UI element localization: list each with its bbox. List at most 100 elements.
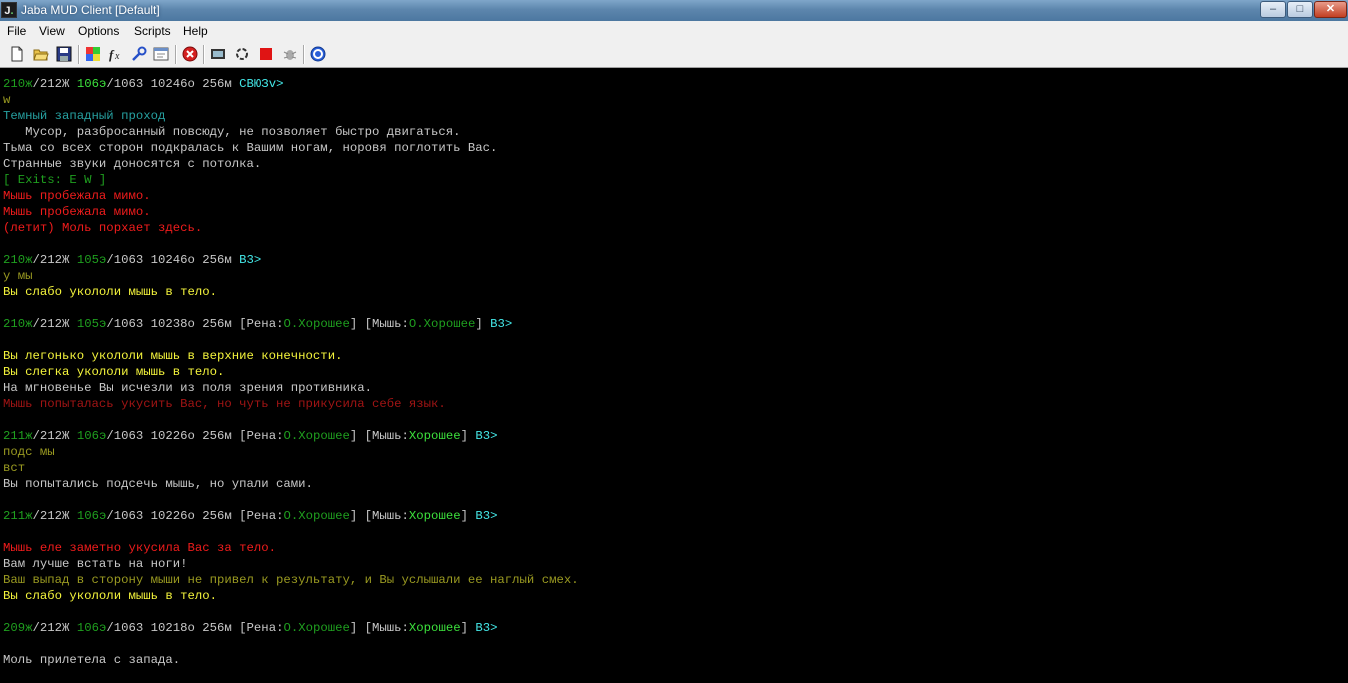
terminal-line: Темный западный проход bbox=[3, 108, 165, 124]
terminal-text: Мышь еле заметно укусила Вас за тело. bbox=[3, 541, 277, 555]
red-square-icon[interactable] bbox=[258, 46, 274, 62]
terminal-line: [ Exits: E W ] bbox=[3, 172, 106, 188]
menu-file[interactable]: File bbox=[7, 24, 26, 38]
open-folder-icon[interactable] bbox=[33, 46, 49, 62]
terminal-line: 210ж/212Ж 105э/1063 10246о 256м В3> bbox=[3, 252, 261, 268]
terminal-text: 210ж bbox=[3, 77, 33, 91]
terminal-text: О.Хорошее bbox=[283, 317, 350, 331]
terminal-text: /212Ж bbox=[32, 317, 77, 331]
menu-bar: File View Options Scripts Help bbox=[0, 21, 1348, 41]
terminal-line: Моль прилетела с запада. bbox=[3, 652, 180, 668]
terminal-text: 105э bbox=[76, 317, 107, 331]
terminal-text: На мгновенье Вы исчезли из поля зрения п… bbox=[3, 381, 372, 395]
terminal-text: /1063 10238о 256м [Рена: bbox=[106, 317, 284, 331]
terminal-text: СВЮЗv> bbox=[239, 77, 284, 91]
terminal-text: Моль прилетела с запада. bbox=[3, 653, 181, 667]
new-file-icon[interactable] bbox=[9, 46, 25, 62]
functions-icon[interactable]: fx bbox=[108, 46, 124, 62]
menu-view[interactable]: View bbox=[39, 24, 65, 38]
terminal-text: w bbox=[3, 93, 11, 107]
terminal-line: Вам лучше встать на ноги! bbox=[3, 556, 187, 572]
terminal-line: w bbox=[3, 92, 10, 108]
terminal-text: ] bbox=[460, 429, 476, 443]
terminal-text: Мышь попыталась укусить Вас, но чуть не … bbox=[3, 397, 446, 411]
title-bar: J. Jaba MUD Client [Default] – □ ✕ bbox=[0, 0, 1348, 21]
bug-icon[interactable] bbox=[282, 46, 298, 62]
save-icon[interactable] bbox=[56, 46, 72, 62]
terminal-line: Ваш выпад в сторону мыши не привел к рез… bbox=[3, 572, 579, 588]
terminal-line: Тьма со всех сторон подкралась к Вашим н… bbox=[3, 140, 497, 156]
help-icon[interactable] bbox=[310, 46, 326, 62]
terminal-text: Вы легонько укололи мышь в верхние конеч… bbox=[3, 349, 343, 363]
terminal-text: Мусор, разбросанный повсюду, не позволяе… bbox=[3, 125, 461, 139]
terminal-text: 106э bbox=[76, 509, 107, 523]
terminal-line: вст bbox=[3, 460, 25, 476]
terminal-line: Мусор, разбросанный повсюду, не позволяе… bbox=[3, 124, 461, 140]
terminal-text: у мы bbox=[3, 269, 33, 283]
terminal-text: Странные звуки доносятся с потолка. bbox=[3, 157, 262, 171]
maximize-button[interactable]: □ bbox=[1287, 1, 1313, 18]
terminal-text: ] [Мышь: bbox=[349, 429, 409, 443]
app-icon[interactable]: J. bbox=[1, 2, 17, 18]
terminal-text: О.Хорошее bbox=[283, 429, 350, 443]
terminal-text: Хорошее bbox=[408, 509, 461, 523]
terminal-text: Вам лучше встать на ноги! bbox=[3, 557, 188, 571]
terminal-line: подс мы bbox=[3, 444, 55, 460]
terminal-line: Вы слегка укололи мышь в тело. bbox=[3, 364, 224, 380]
terminal-text: /212Ж bbox=[32, 253, 77, 267]
record-icon[interactable] bbox=[210, 46, 226, 62]
terminal-text: ] bbox=[460, 509, 476, 523]
terminal-line: 210ж/212Ж 105э/1063 10238о 256м [Рена:О.… bbox=[3, 316, 512, 332]
menu-scripts[interactable]: Scripts bbox=[134, 24, 171, 38]
cycle-icon[interactable] bbox=[234, 46, 250, 62]
terminal-text: В3> bbox=[490, 317, 513, 331]
terminal-text: /1063 10226о 256м [Рена: bbox=[106, 429, 284, 443]
menu-options[interactable]: Options bbox=[78, 24, 119, 38]
terminal-text: В3> bbox=[239, 253, 262, 267]
terminal-text: В3> bbox=[475, 429, 498, 443]
close-button[interactable]: ✕ bbox=[1314, 1, 1347, 18]
terminal-text: /1063 10246о 256м bbox=[106, 253, 240, 267]
terminal-output[interactable]: 210ж/212Ж 106э/1063 10246о 256м СВЮЗv> w Т… bbox=[0, 68, 1348, 683]
terminal-line: Мышь попыталась укусить Вас, но чуть не … bbox=[3, 396, 446, 412]
terminal-line: Вы легонько укололи мышь в верхние конеч… bbox=[3, 348, 342, 364]
terminal-line: у мы bbox=[3, 268, 33, 284]
terminal-text: 105э bbox=[76, 253, 107, 267]
terminal-text: О.Хорошее bbox=[283, 509, 350, 523]
terminal-text: Хорошее bbox=[408, 621, 461, 635]
terminal-text: Вы слабо укололи мышь в тело. bbox=[3, 285, 218, 299]
terminal-text: Мышь пробежала мимо. bbox=[3, 205, 151, 219]
color-palette-icon[interactable] bbox=[85, 46, 101, 62]
terminal-text: В3> bbox=[475, 621, 498, 635]
terminal-text: подс мы bbox=[3, 445, 55, 459]
terminal-text: О.Хорошее bbox=[408, 317, 476, 331]
terminal-line: 210ж/212Ж 106э/1063 10246о 256м СВЮЗv> bbox=[3, 76, 283, 92]
terminal-text: ] [Мышь: bbox=[349, 621, 409, 635]
terminal-text: /212Ж bbox=[32, 77, 77, 91]
terminal-text: 211ж bbox=[3, 509, 33, 523]
terminal-text: Мышь пробежала мимо. bbox=[3, 189, 151, 203]
terminal-line: Мышь еле заметно укусила Вас за тело. bbox=[3, 540, 276, 556]
menu-help[interactable]: Help bbox=[183, 24, 208, 38]
terminal-line: 211ж/212Ж 106э/1063 10226о 256м [Рена:О.… bbox=[3, 508, 497, 524]
terminal-line: Вы попытались подсечь мышь, но упали сам… bbox=[3, 476, 313, 492]
toolbar: fx bbox=[0, 41, 1348, 68]
terminal-line: Мышь пробежала мимо. bbox=[3, 188, 151, 204]
terminal-text: ] bbox=[475, 317, 491, 331]
stop-icon[interactable] bbox=[182, 46, 198, 62]
terminal-text: Хорошее bbox=[408, 429, 461, 443]
terminal-text: /212Ж bbox=[32, 621, 77, 635]
terminal-line: Вы слабо укололи мышь в тело. bbox=[3, 588, 217, 604]
terminal-text: 106э bbox=[76, 77, 107, 91]
window-icon[interactable] bbox=[153, 46, 169, 62]
terminal-text: /212Ж bbox=[32, 429, 77, 443]
terminal-line: Вы слабо укололи мышь в тело. bbox=[3, 284, 217, 300]
terminal-line: Странные звуки доносятся с потолка. bbox=[3, 156, 261, 172]
settings-wrench-icon[interactable] bbox=[131, 46, 147, 62]
terminal-text: ] [Мышь: bbox=[349, 317, 409, 331]
terminal-line: 211ж/212Ж 106э/1063 10226о 256м [Рена:О.… bbox=[3, 428, 497, 444]
terminal-text: 210ж bbox=[3, 253, 33, 267]
terminal-text: Темный западный проход bbox=[3, 109, 166, 123]
terminal-text: 106э bbox=[76, 621, 107, 635]
minimize-button[interactable]: – bbox=[1260, 1, 1286, 18]
